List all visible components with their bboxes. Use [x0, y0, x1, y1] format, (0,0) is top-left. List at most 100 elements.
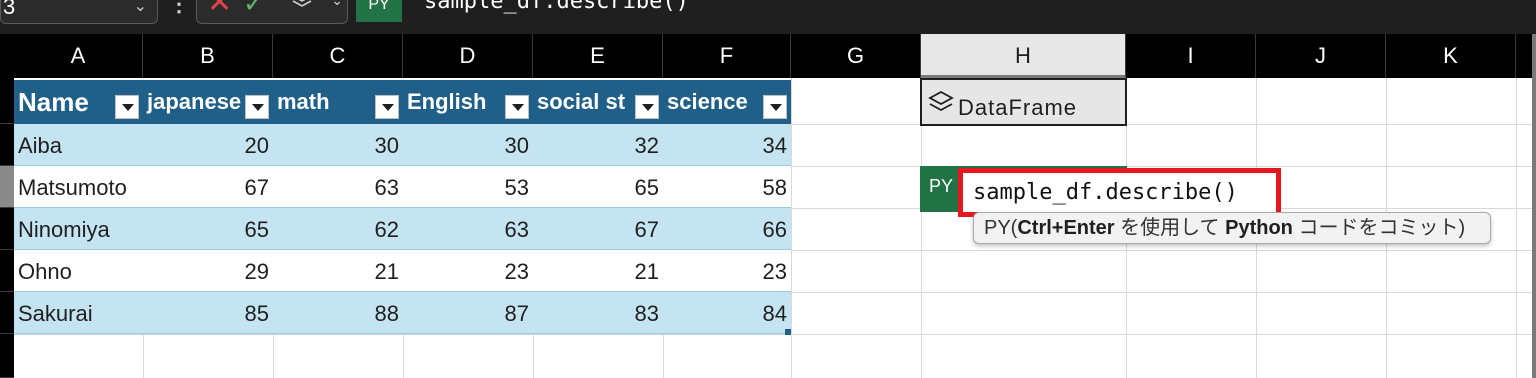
python-code-text: sample_df.describe() — [973, 180, 1238, 205]
chevron-down-icon[interactable]: ⌄ — [134, 0, 147, 23]
header-label-english: English — [407, 89, 487, 114]
score-cell[interactable]: 23 — [403, 250, 533, 292]
filter-dropdown-icon[interactable] — [635, 95, 659, 119]
score-cell[interactable]: 87 — [403, 292, 533, 334]
table-header-cell[interactable]: japanese — [143, 80, 273, 124]
table-resize-handle[interactable] — [785, 329, 791, 335]
score-cell[interactable]: 34 — [663, 124, 791, 166]
table-header-cell[interactable]: math — [273, 80, 403, 124]
name-cell[interactable]: Ohno — [18, 250, 144, 292]
name-cell[interactable]: Matsumoto — [18, 166, 144, 208]
header-label-japanese: japanese — [147, 89, 242, 114]
row-header[interactable] — [0, 292, 14, 334]
score-cell[interactable]: 63 — [273, 166, 403, 208]
score-cell[interactable]: 53 — [403, 166, 533, 208]
score-cell[interactable]: 63 — [403, 208, 533, 250]
commit-hint-tooltip: PY(Ctrl+Enter を使用して Python コードをコミット) — [973, 212, 1491, 244]
layers-icon — [928, 90, 954, 112]
header-label-name: Name — [18, 87, 89, 117]
filter-dropdown-icon[interactable] — [763, 95, 787, 119]
score-cell[interactable]: 85 — [143, 292, 273, 334]
column-header-d[interactable]: D — [403, 34, 533, 78]
column-header-f[interactable]: F — [663, 34, 791, 78]
score-cell[interactable]: 66 — [663, 208, 791, 250]
row-header[interactable] — [0, 334, 14, 378]
column-header-a[interactable]: A — [14, 34, 143, 78]
score-cell[interactable]: 20 — [143, 124, 273, 166]
score-cell[interactable]: 58 — [663, 166, 791, 208]
row-headers — [0, 78, 14, 378]
more-options-icon[interactable]: ⋮ — [168, 0, 190, 22]
score-cell[interactable]: 21 — [533, 250, 663, 292]
column-header-j[interactable]: J — [1256, 34, 1386, 78]
table-header-row: Name japanese math English social st sci… — [14, 80, 791, 124]
python-cell-editor[interactable]: sample_df.describe() — [958, 168, 1281, 217]
chevron-down-icon[interactable]: ⌄ — [331, 0, 343, 11]
tooltip-prefix: PY( — [984, 217, 1018, 239]
check-icon[interactable]: ✓ — [243, 0, 265, 21]
column-header-e[interactable]: E — [533, 34, 663, 78]
table-body: Aiba 20 30 30 32 34 Matsumoto 67 63 53 6… — [14, 124, 791, 334]
row-header[interactable] — [0, 78, 14, 124]
dataframe-cell[interactable]: DataFrame — [920, 78, 1127, 126]
tooltip-mid: を使用して — [1114, 217, 1226, 239]
formula-input[interactable]: sample_df.describe() — [424, 0, 689, 20]
score-cell[interactable]: 21 — [273, 250, 403, 292]
column-header-h[interactable]: H — [921, 34, 1126, 78]
layers-icon[interactable] — [289, 0, 323, 11]
formula-bar: 3 ⌄ ⋮ ✕ ✓ ⌄ PY sample_df.describe() — [0, 0, 1536, 34]
score-cell[interactable]: 30 — [273, 124, 403, 166]
python-mode-badge[interactable]: PY — [356, 0, 402, 22]
row-header[interactable] — [0, 124, 14, 166]
score-cell[interactable]: 30 — [403, 124, 533, 166]
tooltip-language: Python — [1225, 217, 1293, 239]
column-header-i[interactable]: I — [1126, 34, 1256, 78]
column-header-c[interactable]: C — [273, 34, 403, 78]
scrollbar[interactable] — [1532, 34, 1536, 378]
score-cell[interactable]: 67 — [533, 208, 663, 250]
score-cell[interactable]: 23 — [663, 250, 791, 292]
column-header-k[interactable]: K — [1386, 34, 1516, 78]
score-cell[interactable]: 65 — [533, 166, 663, 208]
name-cell[interactable]: Ninomiya — [18, 208, 144, 250]
table-header-cell[interactable]: science — [663, 80, 791, 124]
score-cell[interactable]: 62 — [273, 208, 403, 250]
score-cell[interactable]: 67 — [143, 166, 273, 208]
cancel-icon[interactable]: ✕ — [207, 0, 232, 21]
score-cell[interactable]: 83 — [533, 292, 663, 334]
dataframe-label: DataFrame — [958, 95, 1078, 120]
python-cell-badge: PY — [920, 166, 962, 212]
table-row: Aiba 20 30 30 32 34 — [14, 124, 791, 166]
header-label-social-studies: social st — [537, 89, 626, 114]
name-box-value: 3 — [3, 0, 16, 19]
header-label-math: math — [277, 89, 330, 114]
excel-window: 3 ⌄ ⋮ ✕ ✓ ⌄ PY sample_df.describe() A B … — [0, 0, 1536, 378]
score-cell[interactable]: 32 — [533, 124, 663, 166]
row-header-active[interactable] — [0, 166, 14, 208]
score-cell[interactable]: 88 — [273, 292, 403, 334]
score-cell[interactable]: 65 — [143, 208, 273, 250]
filter-dropdown-icon[interactable] — [505, 95, 529, 119]
name-box[interactable]: 3 ⌄ — [0, 0, 158, 24]
filter-dropdown-icon[interactable] — [375, 95, 399, 119]
name-cell[interactable]: Sakurai — [18, 292, 144, 334]
score-cell[interactable]: 29 — [143, 250, 273, 292]
tooltip-suffix: コードをコミット) — [1292, 217, 1466, 239]
table-header-cell[interactable]: English — [403, 80, 533, 124]
header-label-science: science — [667, 89, 748, 114]
table-row: Matsumoto 67 63 53 65 58 — [14, 166, 791, 208]
column-headers: A B C D E F G H I J K — [0, 34, 1536, 78]
table-row: Sakurai 85 88 87 83 84 — [14, 292, 791, 334]
row-header[interactable] — [0, 250, 14, 292]
table-header-cell[interactable]: social st — [533, 80, 663, 124]
filter-dropdown-icon[interactable] — [115, 95, 139, 119]
filter-dropdown-icon[interactable] — [245, 95, 269, 119]
row-header[interactable] — [0, 208, 14, 250]
column-header-g[interactable]: G — [791, 34, 921, 78]
score-cell[interactable]: 84 — [663, 292, 791, 334]
formula-tools: ✕ ✓ ⌄ — [196, 0, 348, 24]
table-header-cell[interactable]: Name — [14, 80, 143, 124]
name-cell[interactable]: Aiba — [18, 124, 144, 166]
column-header-b[interactable]: B — [143, 34, 273, 78]
tooltip-shortcut: Ctrl+Enter — [1017, 217, 1115, 239]
